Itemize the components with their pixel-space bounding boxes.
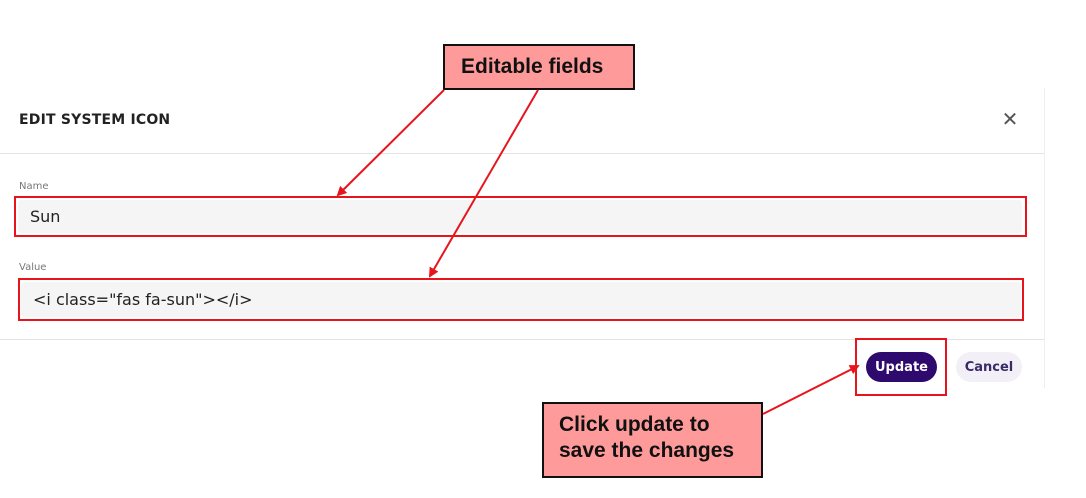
annotation-arrows — [336, 89, 860, 415]
arrow-to-name-field — [336, 89, 445, 197]
arrow-to-update-button — [762, 365, 860, 415]
arrow-to-value-field — [428, 89, 539, 278]
